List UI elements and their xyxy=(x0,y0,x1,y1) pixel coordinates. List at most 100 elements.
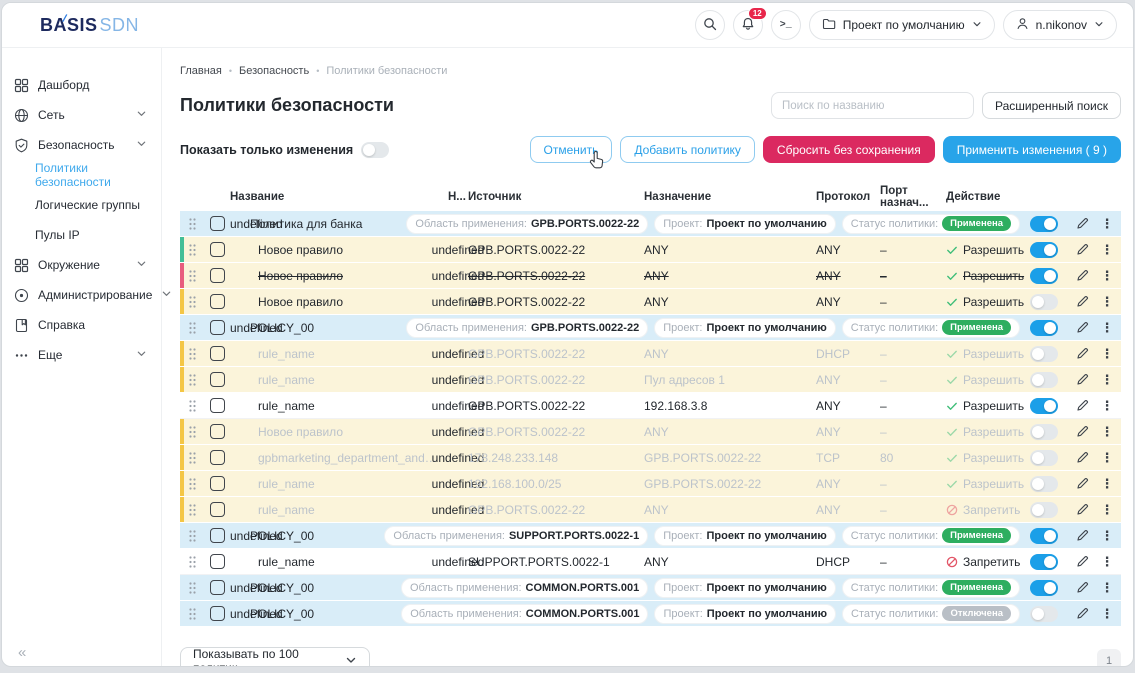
policy-row[interactable]: undefinedПолитика для банкаОбласть приме… xyxy=(180,211,1121,237)
row-checkbox[interactable] xyxy=(210,216,225,231)
rule-row[interactable]: Новое правилоundefinedGPB.PORTS.0022-22A… xyxy=(180,289,1121,315)
row-checkbox[interactable] xyxy=(210,242,225,257)
search-input[interactable] xyxy=(771,92,974,119)
row-checkbox[interactable] xyxy=(210,606,225,621)
policy-row[interactable]: undefinedPOLICY_00Область применения:SUP… xyxy=(180,523,1121,549)
edit-icon[interactable] xyxy=(1068,242,1096,257)
sidebar-item-Сеть[interactable]: Сеть xyxy=(2,100,161,130)
row-enable-toggle[interactable] xyxy=(1030,476,1058,492)
edit-icon[interactable] xyxy=(1068,554,1096,569)
row-menu-icon[interactable]: ⋮ xyxy=(1096,346,1118,362)
row-menu-icon[interactable]: ⋮ xyxy=(1096,450,1118,466)
edit-icon[interactable] xyxy=(1068,528,1096,543)
rule-row[interactable]: Новое правилоundefinedGPB.PORTS.0022-22A… xyxy=(180,263,1121,289)
sidebar-subitem-Пулы IP[interactable]: Пулы IP xyxy=(2,220,161,250)
chevron-down-icon[interactable]: undefined xyxy=(230,581,250,595)
reset-without-saving-button[interactable]: Сбросить без сохранения xyxy=(763,136,935,163)
page-number-button[interactable]: 1 xyxy=(1097,649,1121,667)
drag-handle-icon[interactable] xyxy=(180,555,204,569)
rule-row[interactable]: rule_nameundefinedGPB.PORTS.0022-22Пул а… xyxy=(180,367,1121,393)
row-enable-toggle[interactable] xyxy=(1030,450,1058,466)
edit-icon[interactable] xyxy=(1068,346,1096,361)
edit-icon[interactable] xyxy=(1068,502,1096,517)
row-enable-toggle[interactable] xyxy=(1030,606,1058,622)
chevron-down-icon[interactable]: undefined xyxy=(230,321,250,335)
drag-handle-icon[interactable] xyxy=(180,269,204,283)
edit-icon[interactable] xyxy=(1068,294,1096,309)
row-enable-toggle[interactable] xyxy=(1030,216,1058,232)
user-menu[interactable]: n.nikonov xyxy=(1003,10,1117,40)
row-enable-toggle[interactable] xyxy=(1030,554,1058,570)
edit-icon[interactable] xyxy=(1068,476,1096,491)
edit-icon[interactable] xyxy=(1068,216,1096,231)
show-only-changes-toggle[interactable] xyxy=(361,142,389,158)
edit-icon[interactable] xyxy=(1068,606,1096,621)
row-menu-icon[interactable]: ⋮ xyxy=(1096,372,1118,388)
drag-handle-icon[interactable] xyxy=(180,607,204,621)
row-checkbox[interactable] xyxy=(210,372,225,387)
notifications-button[interactable]: 12 xyxy=(733,10,763,40)
edit-icon[interactable] xyxy=(1068,320,1096,335)
row-enable-toggle[interactable] xyxy=(1030,528,1058,544)
drag-handle-icon[interactable] xyxy=(180,503,204,517)
row-menu-icon[interactable]: ⋮ xyxy=(1096,554,1118,570)
sidebar-item-Окружение[interactable]: Окружение xyxy=(2,250,161,280)
drag-handle-icon[interactable] xyxy=(180,451,204,465)
drag-handle-icon[interactable] xyxy=(180,295,204,309)
rule-row[interactable]: rule_nameundefinedGPB.PORTS.0022-22ANYAN… xyxy=(180,497,1121,523)
row-checkbox[interactable] xyxy=(210,476,225,491)
row-enable-toggle[interactable] xyxy=(1030,346,1058,362)
row-menu-icon[interactable]: ⋮ xyxy=(1096,476,1118,492)
edit-icon[interactable] xyxy=(1068,580,1096,595)
breadcrumb-item[interactable]: Главная xyxy=(180,65,222,77)
row-menu-icon[interactable]: ⋮ xyxy=(1096,580,1118,596)
drag-handle-icon[interactable] xyxy=(180,243,204,257)
rule-row[interactable]: rule_nameundefinedSUPPORT.PORTS.0022-1AN… xyxy=(180,549,1121,575)
row-checkbox[interactable] xyxy=(210,450,225,465)
terminal-button[interactable]: >_ xyxy=(771,10,801,40)
drag-handle-icon[interactable] xyxy=(180,581,204,595)
sidebar-item-Безопасность[interactable]: Безопасность xyxy=(2,130,161,160)
rule-row[interactable]: rule_nameundefinedGPB.PORTS.0022-22ANYDH… xyxy=(180,341,1121,367)
row-checkbox[interactable] xyxy=(210,320,225,335)
drag-handle-icon[interactable] xyxy=(180,477,204,491)
rule-row[interactable]: rule_nameundefined192.168.100.0/25GPB.PO… xyxy=(180,471,1121,497)
drag-handle-icon[interactable] xyxy=(180,399,204,413)
advanced-search-button[interactable]: Расширенный поиск xyxy=(982,92,1121,119)
policy-row[interactable]: undefinedPOLICY_00Область применения:GPB… xyxy=(180,315,1121,341)
drag-handle-icon[interactable] xyxy=(180,217,204,231)
add-policy-button[interactable]: Добавить политику xyxy=(620,136,755,163)
drag-handle-icon[interactable] xyxy=(180,425,204,439)
rule-row[interactable]: Новое правилоundefinedGPB.PORTS.0022-22A… xyxy=(180,237,1121,263)
row-menu-icon[interactable]: ⋮ xyxy=(1096,528,1118,544)
row-checkbox[interactable] xyxy=(210,398,225,413)
sidebar-item-Еще[interactable]: Еще xyxy=(2,340,161,370)
row-checkbox[interactable] xyxy=(210,424,225,439)
edit-icon[interactable] xyxy=(1068,398,1096,413)
apply-changes-button[interactable]: Применить изменения ( 9 ) xyxy=(943,136,1121,163)
edit-icon[interactable] xyxy=(1068,268,1096,283)
edit-icon[interactable] xyxy=(1068,424,1096,439)
row-checkbox[interactable] xyxy=(210,502,225,517)
row-menu-icon[interactable]: ⋮ xyxy=(1096,216,1118,232)
row-menu-icon[interactable]: ⋮ xyxy=(1096,398,1118,414)
search-button[interactable] xyxy=(695,10,725,40)
sidebar-subitem-Политики безопасности[interactable]: Политики безопасности xyxy=(2,160,161,190)
drag-handle-icon[interactable] xyxy=(180,347,204,361)
row-enable-toggle[interactable] xyxy=(1030,502,1058,518)
cancel-button[interactable]: Отменить xyxy=(530,136,613,163)
rule-row[interactable]: Новое правилоundefinedGPB.PORTS.0022-22A… xyxy=(180,419,1121,445)
per-page-select[interactable]: Показывать по 100 политик xyxy=(180,647,370,667)
row-menu-icon[interactable]: ⋮ xyxy=(1096,320,1118,336)
chevron-down-icon[interactable]: undefined xyxy=(230,607,250,621)
edit-icon[interactable] xyxy=(1068,372,1096,387)
sidebar-collapse-icon[interactable]: « xyxy=(2,644,161,661)
row-enable-toggle[interactable] xyxy=(1030,320,1058,336)
policy-row[interactable]: undefinedPOLICY_00Область применения:COM… xyxy=(180,601,1121,627)
row-checkbox[interactable] xyxy=(210,528,225,543)
row-enable-toggle[interactable] xyxy=(1030,398,1058,414)
rule-row[interactable]: rule_nameundefinedGPB.PORTS.0022-22192.1… xyxy=(180,393,1121,419)
row-enable-toggle[interactable] xyxy=(1030,372,1058,388)
policy-row[interactable]: undefinedPOLICY_00Область применения:COM… xyxy=(180,575,1121,601)
row-checkbox[interactable] xyxy=(210,580,225,595)
